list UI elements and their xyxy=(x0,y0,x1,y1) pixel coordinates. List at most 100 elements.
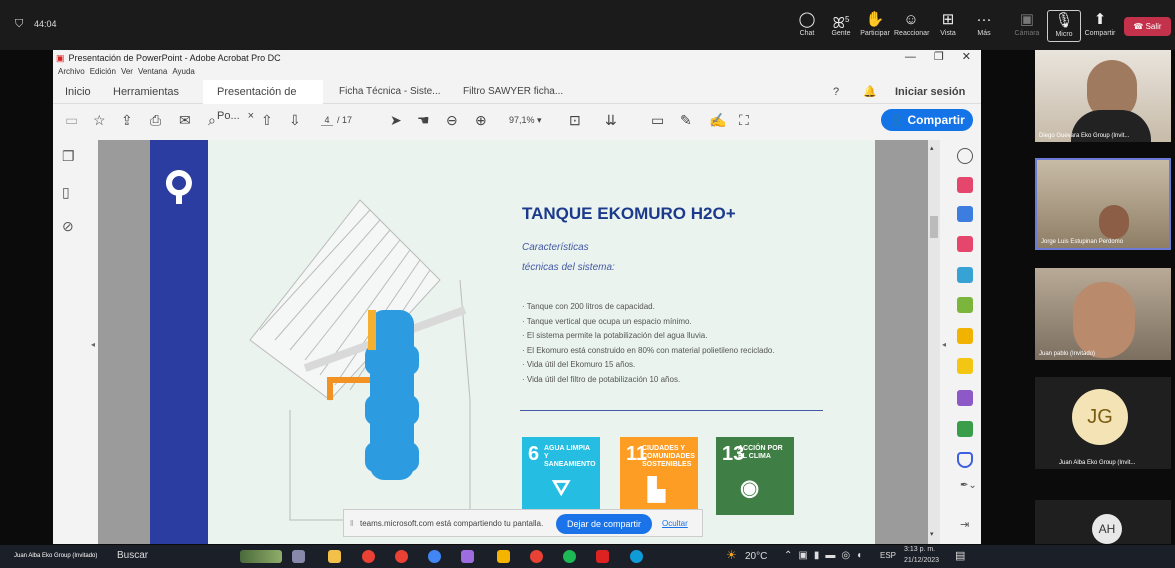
upload-icon[interactable]: ⇪ xyxy=(121,112,133,129)
signin-link[interactable]: Iniciar sesión xyxy=(895,80,965,104)
zoom-in-icon[interactable]: ⊕ xyxy=(475,112,487,129)
fit-page-icon[interactable]: ⊡ xyxy=(569,112,581,129)
scroll-mode-icon[interactable]: ⇊ xyxy=(605,112,617,129)
participant-tile[interactable]: Juan pablo (Invitado) xyxy=(1035,268,1171,360)
tab-ficha-tecnica[interactable]: Ficha Técnica - Siste... xyxy=(339,80,441,104)
comment-icon[interactable]: ▭ xyxy=(651,112,664,129)
menu-ventana[interactable]: Ventana xyxy=(138,67,167,76)
language-indicator[interactable]: ESP xyxy=(880,551,896,560)
shield-icon: ⛉ xyxy=(15,18,24,30)
print-production-icon[interactable] xyxy=(957,421,973,437)
share-doc-button[interactable]: 👤 Compartir xyxy=(881,109,973,131)
participant-tile[interactable]: AH xyxy=(1035,500,1171,544)
print-icon[interactable]: ⎙ xyxy=(150,112,161,129)
stamp-icon[interactable]: ⛶ xyxy=(739,112,749,129)
menu-ver[interactable]: Ver xyxy=(121,67,133,76)
page-down-icon[interactable]: ⇩ xyxy=(289,112,301,129)
attachment-icon[interactable]: ⊘ xyxy=(62,218,74,235)
react-button[interactable]: ☺ Reaccionar xyxy=(894,12,929,37)
camera-button[interactable]: ▣ Cámara xyxy=(1010,12,1044,37)
zoom-out-icon[interactable]: ⊖ xyxy=(446,112,458,129)
sign-icon[interactable]: ✍ xyxy=(709,112,726,129)
chrome-icon[interactable] xyxy=(428,550,441,563)
hide-notice-link[interactable]: Ocultar xyxy=(662,519,688,528)
vertical-scrollbar[interactable]: ▴ ▾ xyxy=(928,140,940,544)
page-up-icon[interactable]: ⇧ xyxy=(261,112,273,129)
temperature[interactable]: 20°C xyxy=(745,551,767,562)
page-number-input[interactable]: 4 xyxy=(321,115,333,126)
scroll-thumb[interactable] xyxy=(930,216,938,238)
page-total: / 17 xyxy=(337,115,353,125)
clock-date[interactable]: 21/12/2023 xyxy=(904,557,939,564)
drag-handle-icon[interactable]: ‖ xyxy=(350,519,353,528)
stop-sharing-button[interactable]: Dejar de compartir xyxy=(556,514,652,534)
chat-button[interactable]: ◯ Chat xyxy=(790,12,824,37)
zoom-tool-icon[interactable] xyxy=(957,148,973,164)
comment-tool-icon[interactable] xyxy=(957,358,973,374)
collapse-right-icon[interactable]: ◂ xyxy=(942,340,946,349)
combine-files-icon[interactable] xyxy=(957,297,973,313)
leave-button[interactable]: ☎ Salir xyxy=(1124,17,1171,36)
participant-tile[interactable]: Jorge Luis Estupinan Perdomo xyxy=(1035,158,1171,250)
app-icon[interactable] xyxy=(497,550,510,563)
star-icon[interactable]: ☆ xyxy=(93,112,106,129)
add-user-icon: 👤 xyxy=(889,113,908,127)
chrome-icon[interactable] xyxy=(395,550,408,563)
hand-tool-icon[interactable]: ☚ xyxy=(417,112,430,129)
help-icon[interactable]: ? xyxy=(833,80,839,104)
tab-presentacion[interactable]: Presentación de Po... × xyxy=(203,80,323,122)
fill-sign-icon[interactable] xyxy=(957,390,973,406)
more-button[interactable]: ··· Más xyxy=(967,12,1001,37)
zoom-dropdown[interactable]: 97,1% ▾ xyxy=(509,115,542,126)
bell-icon[interactable]: 🔔 xyxy=(863,80,877,104)
select-arrow-icon[interactable]: ➤ xyxy=(390,112,402,129)
sdg-card-11: 11 CIUDADES Y COMUNIDADES SOSTENIBLES ▙ xyxy=(620,437,698,515)
request-signature-icon[interactable] xyxy=(957,328,973,344)
create-pdf-icon[interactable] xyxy=(957,177,973,193)
share-button[interactable]: ⬆ Compartir xyxy=(1083,12,1117,37)
edge-icon[interactable] xyxy=(630,550,643,563)
menu-archivo[interactable]: Archivo xyxy=(58,67,85,76)
app-icon[interactable] xyxy=(461,550,474,563)
tab-inicio[interactable]: Inicio xyxy=(65,80,91,104)
zoom-search-icon[interactable]: ⌕ xyxy=(208,112,216,129)
pages-icon[interactable]: ❐ xyxy=(62,148,75,165)
chrome-icon[interactable] xyxy=(530,550,543,563)
scroll-up-icon[interactable]: ▴ xyxy=(930,144,934,152)
mail-icon[interactable]: ✉ xyxy=(179,112,191,129)
participant-tile[interactable]: Diego Guevara Eko Group (Invit... xyxy=(1035,50,1171,142)
acrobat-icon[interactable] xyxy=(596,550,609,563)
menu-ayuda[interactable]: Ayuda xyxy=(172,67,195,76)
widgets-icon[interactable] xyxy=(240,550,282,563)
raise-hand-button[interactable]: ✋ Participar xyxy=(858,12,892,37)
protect-icon[interactable] xyxy=(957,452,973,468)
mic-button[interactable]: 🎙 Micro xyxy=(1047,10,1081,42)
people-button[interactable]: ꕤ5 Gente xyxy=(824,12,858,37)
spotify-icon[interactable] xyxy=(563,550,576,563)
menu-edicion[interactable]: Edición xyxy=(90,67,116,76)
restore-icon[interactable]: ❐ xyxy=(934,51,944,63)
more-tools-icon[interactable]: ✒⌄ xyxy=(960,480,977,491)
collapse-panel-icon[interactable]: ⇥ xyxy=(960,518,969,531)
task-view-icon[interactable] xyxy=(292,550,305,563)
edit-pdf-icon[interactable] xyxy=(957,267,973,283)
view-button[interactable]: ⊞ Vista xyxy=(931,12,965,37)
clock-time[interactable]: 3:13 p. m. xyxy=(904,546,935,553)
notification-icon[interactable]: ▤ xyxy=(955,549,965,562)
search-box[interactable]: Buscar xyxy=(117,550,148,561)
tab-herramientas[interactable]: Herramientas xyxy=(113,80,179,104)
save-icon[interactable]: ▭ xyxy=(65,112,78,129)
participant-tile[interactable]: JG Juan Alba Eko Group (Invit... xyxy=(1035,377,1171,469)
collapse-left-icon[interactable]: ◂ xyxy=(91,340,95,349)
organize-pages-icon[interactable] xyxy=(957,236,973,252)
chrome-icon[interactable] xyxy=(362,550,375,563)
tab-filtro-sawyer[interactable]: Filtro SAWYER ficha... xyxy=(463,80,563,104)
minimize-icon[interactable]: — xyxy=(905,51,916,63)
scroll-down-icon[interactable]: ▾ xyxy=(930,530,934,538)
file-explorer-icon[interactable] xyxy=(328,550,341,563)
tray-icons[interactable]: ⌃▣▮▬◎◖ xyxy=(784,550,868,561)
close-icon[interactable]: ✕ xyxy=(962,51,971,63)
export-pdf-icon[interactable] xyxy=(957,206,973,222)
pen-icon[interactable]: ✎ xyxy=(680,112,692,129)
bookmark-icon[interactable]: ▯ xyxy=(62,184,70,201)
